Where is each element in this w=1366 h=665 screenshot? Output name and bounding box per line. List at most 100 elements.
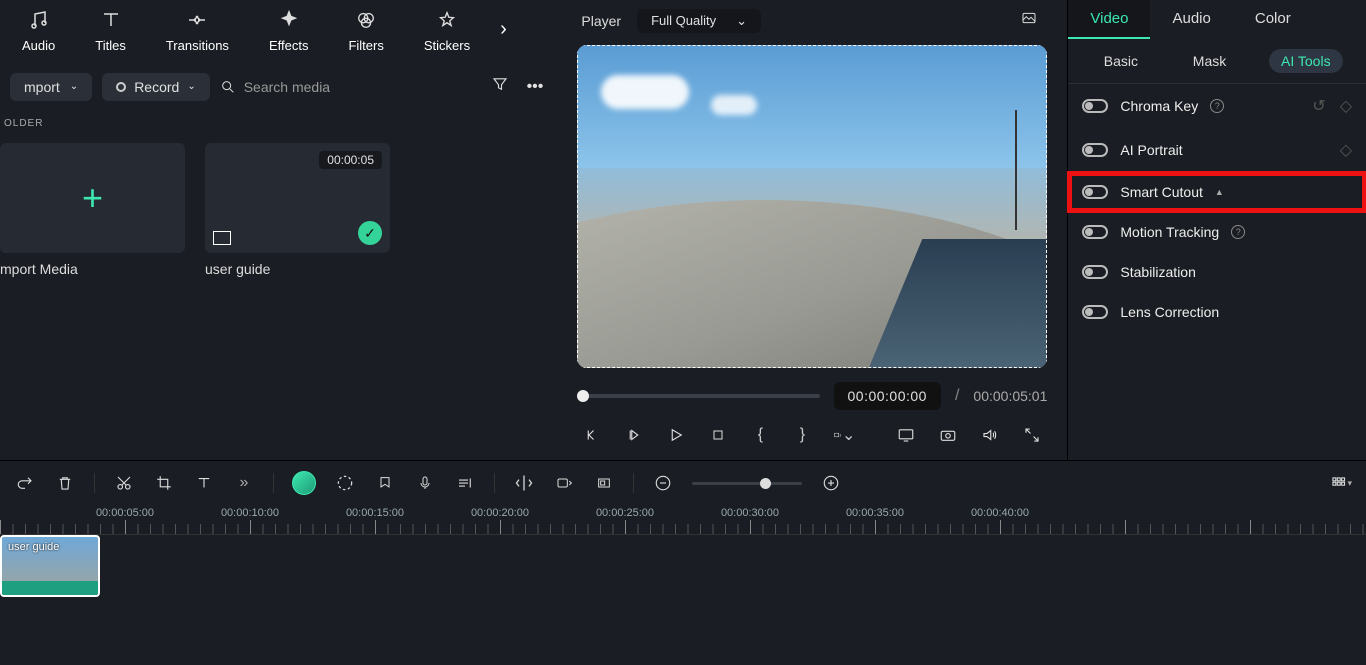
prev-frame-button[interactable]	[581, 424, 603, 446]
transitions-tab-label: Transitions	[166, 38, 229, 53]
marker-button[interactable]	[374, 472, 396, 494]
delete-button[interactable]	[54, 472, 76, 494]
play-button[interactable]	[665, 424, 687, 446]
display-button[interactable]	[895, 424, 917, 446]
chroma-key-row: Chroma Key ? ↺ ◇	[1068, 84, 1366, 128]
timeline-ruler[interactable]: 00:00:05:0000:00:10:0000:00:15:0000:00:2…	[0, 505, 1366, 535]
smart-cutout-toggle[interactable]	[1082, 185, 1108, 199]
subtab-mask[interactable]: Mask	[1181, 49, 1238, 73]
audio-sync-button[interactable]	[454, 472, 476, 494]
keyframe-icon[interactable]: ◇	[1340, 140, 1352, 160]
mark-out-button[interactable]: }	[791, 424, 813, 446]
ai-portrait-toggle[interactable]	[1082, 143, 1108, 157]
zoom-in-button[interactable]	[820, 472, 842, 494]
record-label: Record	[134, 79, 179, 95]
ratio-dropdown[interactable]: ⌄	[833, 424, 855, 446]
record-icon	[116, 82, 126, 92]
stickers-tab[interactable]: Stickers	[414, 2, 480, 57]
filter-icon[interactable]	[487, 71, 513, 102]
seek-knob[interactable]	[577, 390, 589, 402]
main-tabs: Video Audio Color	[1068, 0, 1366, 39]
clip-label: user guide	[8, 541, 59, 553]
motion-tracking-toggle[interactable]	[1082, 225, 1108, 239]
smart-cutout-label: Smart Cutout	[1120, 184, 1202, 200]
folder-header: OLDER	[0, 108, 557, 139]
player-panel: Player Full Quality ⌄ 00:00:00:00 /	[557, 0, 1067, 460]
lens-correction-toggle[interactable]	[1082, 305, 1108, 319]
motion-tracking-row: Motion Tracking ?	[1068, 212, 1366, 252]
stabilization-toggle[interactable]	[1082, 265, 1108, 279]
keyframe-icon[interactable]: ◇	[1340, 96, 1352, 116]
seek-bar[interactable]	[577, 394, 819, 398]
transition-icon	[183, 6, 211, 34]
tab-audio[interactable]: Audio	[1150, 0, 1232, 39]
tab-color[interactable]: Color	[1233, 0, 1313, 39]
voice-button[interactable]	[414, 472, 436, 494]
info-icon[interactable]: ?	[1210, 99, 1224, 113]
tab-video[interactable]: Video	[1068, 0, 1150, 39]
filters-tab[interactable]: Filters	[338, 2, 393, 57]
caret-up-icon[interactable]: ▲	[1215, 187, 1224, 197]
asset-toolbar: Audio Titles Transitions Effects Filters	[0, 0, 557, 65]
stop-button[interactable]	[707, 424, 729, 446]
aspect-button[interactable]	[593, 472, 615, 494]
stickers-tab-label: Stickers	[424, 38, 470, 53]
titles-tab-label: Titles	[95, 38, 126, 53]
titles-tab[interactable]: Titles	[85, 2, 136, 57]
play-backward-button[interactable]	[623, 424, 645, 446]
snapshot-icon[interactable]	[937, 424, 959, 446]
lens-correction-label: Lens Correction	[1120, 304, 1219, 320]
clip-duration: 00:00:05	[319, 151, 382, 169]
zoom-knob[interactable]	[760, 478, 771, 489]
ai-tools-list: Chroma Key ? ↺ ◇ AI Portrait ◇ Smart Cut…	[1068, 84, 1366, 332]
timeline-clip[interactable]: user guide	[0, 535, 100, 597]
import-media-button[interactable]: +	[0, 143, 185, 253]
loading-icon[interactable]	[334, 472, 356, 494]
zoom-slider[interactable]	[692, 482, 802, 485]
info-icon[interactable]: ?	[1231, 225, 1245, 239]
search-media[interactable]: Search media	[220, 79, 477, 95]
render-button[interactable]	[553, 472, 575, 494]
chroma-key-toggle[interactable]	[1082, 99, 1108, 113]
timeline-tracks[interactable]: user guide	[0, 535, 1366, 665]
more-tools-button[interactable]: »	[233, 472, 255, 494]
import-label: mport	[24, 79, 60, 95]
timeline-toolbar: » ▾	[0, 461, 1366, 505]
media-clip[interactable]: 00:00:05 ✓	[205, 143, 390, 253]
redo-button[interactable]	[14, 472, 36, 494]
ai-avatar-button[interactable]	[292, 471, 316, 495]
more-icon[interactable]: •••	[523, 74, 548, 100]
import-dropdown[interactable]: mport ⌄	[10, 73, 92, 101]
handle-top-left[interactable]	[577, 45, 580, 48]
mark-in-button[interactable]: {	[749, 424, 771, 446]
transitions-tab[interactable]: Transitions	[156, 2, 239, 57]
subtab-ai-tools[interactable]: AI Tools	[1269, 49, 1343, 73]
fullscreen-button[interactable]	[1021, 424, 1043, 446]
total-time: 00:00:05:01	[973, 388, 1047, 404]
reset-icon[interactable]: ↺	[1312, 96, 1325, 116]
effects-tab[interactable]: Effects	[259, 2, 319, 57]
toolbar-more-icon[interactable]: ›	[500, 18, 507, 41]
subtab-basic[interactable]: Basic	[1092, 49, 1150, 73]
quality-dropdown[interactable]: Full Quality ⌄	[637, 9, 761, 33]
filter-circles-icon	[352, 6, 380, 34]
zoom-out-button[interactable]	[652, 472, 674, 494]
crop-button[interactable]	[153, 472, 175, 494]
ruler-mark: 00:00:30:00	[721, 507, 779, 519]
record-dropdown[interactable]: Record ⌄	[102, 73, 210, 101]
quality-label: Full Quality	[651, 13, 716, 28]
chevron-down-icon: ⌄	[736, 13, 747, 29]
split-button[interactable]	[513, 472, 535, 494]
ruler-mark: 00:00:15:00	[346, 507, 404, 519]
snapshot-button[interactable]	[1015, 6, 1043, 35]
film-icon	[213, 231, 231, 245]
text-button[interactable]	[193, 472, 215, 494]
cut-button[interactable]	[113, 472, 135, 494]
ai-portrait-row: AI Portrait ◇	[1068, 128, 1366, 172]
volume-button[interactable]	[979, 424, 1001, 446]
preview-viewport[interactable]	[577, 45, 1047, 368]
audio-tab[interactable]: Audio	[12, 2, 65, 57]
media-grid: + mport Media 00:00:05 ✓ user guide	[0, 139, 557, 277]
clip-audio-wave	[2, 581, 98, 595]
track-options-button[interactable]: ▾	[1330, 472, 1352, 494]
